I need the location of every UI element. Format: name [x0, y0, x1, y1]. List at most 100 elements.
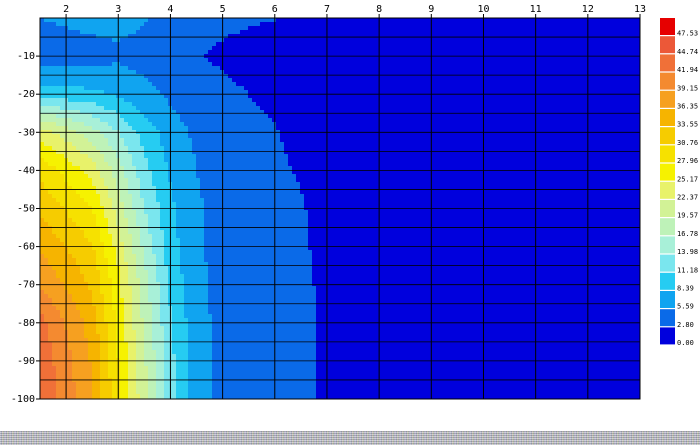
- contour-cell: [92, 214, 97, 219]
- contour-cell: [92, 326, 97, 331]
- contour-cell: [140, 234, 145, 239]
- contour-cell: [172, 274, 177, 279]
- contour-cell: [196, 190, 201, 195]
- contour-cell: [240, 106, 245, 111]
- contour-cell: [240, 194, 245, 199]
- contour-cell: [128, 326, 133, 331]
- contour-cell: [136, 182, 141, 187]
- contour-cell: [108, 218, 113, 223]
- contour-cell: [152, 242, 157, 247]
- contour-cell: [144, 390, 149, 395]
- contour-cell: [184, 58, 189, 63]
- contour-cell: [244, 342, 249, 347]
- contour-cell: [208, 230, 213, 235]
- contour-cell: [112, 182, 117, 187]
- contour-cell: [164, 110, 169, 115]
- contour-cell: [176, 314, 181, 319]
- contour-cell: [156, 318, 161, 323]
- contour-cell: [212, 314, 217, 319]
- contour-cell: [40, 326, 45, 331]
- contour-cell: [208, 138, 213, 143]
- contour-cell: [152, 50, 157, 55]
- contour-cell: [172, 290, 177, 295]
- contour-cell: [192, 314, 197, 319]
- contour-cell: [184, 382, 189, 387]
- contour-cell: [40, 198, 45, 203]
- contour-cell: [164, 350, 169, 355]
- contour-cell: [216, 58, 221, 63]
- contour-cell: [236, 250, 241, 255]
- contour-cell: [132, 274, 137, 279]
- contour-cell: [92, 330, 97, 335]
- contour-cell: [104, 294, 109, 299]
- contour-cell: [52, 118, 57, 123]
- contour-cell: [172, 282, 177, 287]
- contour-cell: [184, 354, 189, 359]
- contour-cell: [244, 370, 249, 375]
- contour-cell: [136, 226, 141, 231]
- contour-cell: [224, 198, 229, 203]
- contour-cell: [96, 238, 101, 243]
- contour-cell: [228, 370, 233, 375]
- contour-cell: [80, 250, 85, 255]
- contour-cell: [152, 194, 157, 199]
- contour-cell: [232, 214, 237, 219]
- contour-cell: [56, 190, 61, 195]
- contour-cell: [196, 394, 201, 399]
- contour-cell: [148, 250, 153, 255]
- contour-cell: [200, 38, 205, 43]
- contour-cell: [132, 202, 137, 207]
- contour-cell: [112, 326, 117, 331]
- contour-cell: [232, 242, 237, 247]
- contour-cell: [120, 214, 125, 219]
- contour-cell: [176, 370, 181, 375]
- contour-cell: [40, 266, 45, 271]
- contour-cell: [212, 174, 217, 179]
- contour-cell: [60, 46, 65, 51]
- contour-cell: [216, 86, 221, 91]
- contour-cell: [224, 158, 229, 163]
- contour-cell: [196, 154, 201, 159]
- contour-cell: [184, 150, 189, 155]
- contour-cell: [228, 118, 233, 123]
- contour-cell: [144, 366, 149, 371]
- contour-cell: [208, 222, 213, 227]
- contour-cell: [48, 50, 53, 55]
- contour-cell: [108, 174, 113, 179]
- contour-cell: [80, 66, 85, 71]
- contour-cell: [84, 326, 89, 331]
- contour-cell: [212, 254, 217, 259]
- contour-cell: [96, 274, 101, 279]
- contour-cell: [140, 278, 145, 283]
- contour-cell: [48, 218, 53, 223]
- contour-cell: [192, 78, 197, 83]
- contour-cell: [84, 138, 89, 143]
- contour-cell: [124, 102, 129, 107]
- contour-cell: [160, 58, 165, 63]
- contour-cell: [108, 250, 113, 255]
- contour-cell: [84, 358, 89, 363]
- contour-cell: [132, 26, 137, 31]
- contour-cell: [144, 58, 149, 63]
- contour-cell: [212, 190, 217, 195]
- contour-cell: [76, 390, 81, 395]
- contour-cell: [224, 314, 229, 319]
- contour-cell: [156, 26, 161, 31]
- contour-cell: [212, 238, 217, 243]
- contour-cell: [204, 182, 209, 187]
- contour-cell: [240, 382, 245, 387]
- contour-cell: [124, 174, 129, 179]
- contour-cell: [188, 82, 193, 87]
- contour-cell: [132, 334, 137, 339]
- contour-cell: [68, 62, 73, 67]
- contour-cell: [172, 186, 177, 191]
- contour-cell: [76, 50, 81, 55]
- contour-cell: [172, 222, 177, 227]
- contour-cell: [208, 126, 213, 131]
- contour-cell: [212, 22, 217, 27]
- contour-cell: [156, 114, 161, 119]
- contour-cell: [72, 306, 77, 311]
- contour-cell: [48, 394, 53, 399]
- contour-cell: [96, 286, 101, 291]
- contour-cell: [184, 210, 189, 215]
